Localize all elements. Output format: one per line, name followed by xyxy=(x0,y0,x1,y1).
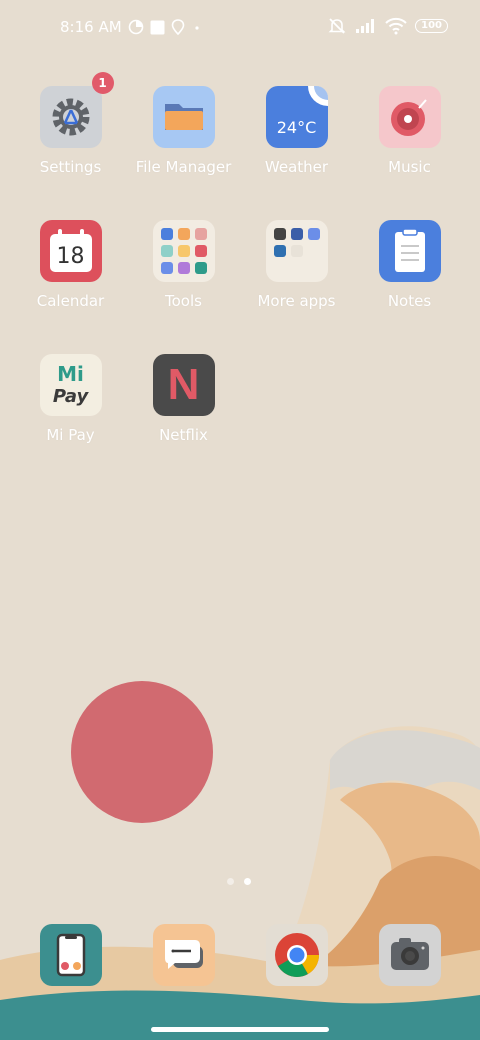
notes-icon xyxy=(378,220,441,282)
app-weather[interactable]: 24°C Weather xyxy=(240,86,353,196)
page-dot[interactable] xyxy=(227,878,234,885)
weather-temperature: 24°C xyxy=(276,118,317,137)
phone-icon xyxy=(56,933,86,977)
mi-pay-icon: Mi Pay xyxy=(39,354,102,416)
location-icon xyxy=(171,19,184,35)
app-label: More apps xyxy=(257,292,336,310)
app-label: Calendar xyxy=(36,292,105,310)
dock-messages-button[interactable] xyxy=(153,924,215,986)
app-label: Weather xyxy=(264,158,329,176)
more-apps-folder-icon xyxy=(265,220,328,282)
camera-icon xyxy=(391,938,429,970)
music-record-icon xyxy=(378,86,441,148)
app-calendar[interactable]: 18 Calendar xyxy=(14,220,127,330)
notification-badge: 1 xyxy=(91,72,114,94)
app-mi-pay[interactable]: Mi Pay Mi Pay xyxy=(14,354,127,464)
page-indicator xyxy=(227,878,251,885)
app-netflix[interactable]: N Netflix xyxy=(127,354,240,464)
netflix-logo: N xyxy=(167,360,200,409)
app-label: Mi Pay xyxy=(46,426,95,444)
app-label: Netflix xyxy=(159,426,208,444)
calendar-day: 18 xyxy=(56,244,85,269)
square-notification-icon xyxy=(150,20,165,34)
status-right: 100 xyxy=(327,16,448,36)
app-tools[interactable]: Tools xyxy=(127,220,240,330)
home-gesture-bar[interactable] xyxy=(151,1027,329,1032)
calendar-icon: 18 xyxy=(39,220,102,282)
app-label: Settings xyxy=(39,158,102,176)
app-label: Notes xyxy=(387,292,432,310)
status-time: 8:16 AM xyxy=(60,18,122,36)
app-label: Music xyxy=(388,158,431,176)
dock-phone-button[interactable] xyxy=(40,924,102,986)
battery-icon: 100 xyxy=(415,19,448,33)
dot-icon xyxy=(195,26,199,30)
data-saver-icon xyxy=(128,19,143,35)
netflix-icon: N xyxy=(152,354,215,416)
wallpaper-sun xyxy=(71,681,213,823)
mute-icon xyxy=(328,18,346,34)
signal-icon xyxy=(356,19,375,33)
app-label: Tools xyxy=(165,292,202,310)
status-bar: 8:16 AM 100 xyxy=(0,0,480,56)
app-settings[interactable]: 1 Settings xyxy=(14,72,127,196)
message-icon xyxy=(165,940,203,969)
app-more-apps[interactable]: More apps xyxy=(240,220,353,330)
gear-icon: 1 xyxy=(39,72,114,148)
mi-pay-logo-top: Mi xyxy=(57,362,84,386)
page-dot-active[interactable] xyxy=(244,878,251,885)
folder-icon xyxy=(152,86,215,148)
tools-folder-icon xyxy=(152,220,215,282)
weather-icon: 24°C xyxy=(265,86,328,148)
app-label: File Manager xyxy=(135,158,232,176)
dock-camera-button[interactable] xyxy=(379,924,441,986)
app-notes[interactable]: Notes xyxy=(353,220,466,330)
wifi-icon xyxy=(385,17,407,35)
app-file-manager[interactable]: File Manager xyxy=(127,86,240,196)
dock-chrome-button[interactable] xyxy=(266,924,328,986)
chrome-icon xyxy=(275,933,319,977)
status-left: 8:16 AM xyxy=(60,18,203,36)
app-music[interactable]: Music xyxy=(353,86,466,196)
mi-pay-logo-bottom: Pay xyxy=(52,386,89,407)
